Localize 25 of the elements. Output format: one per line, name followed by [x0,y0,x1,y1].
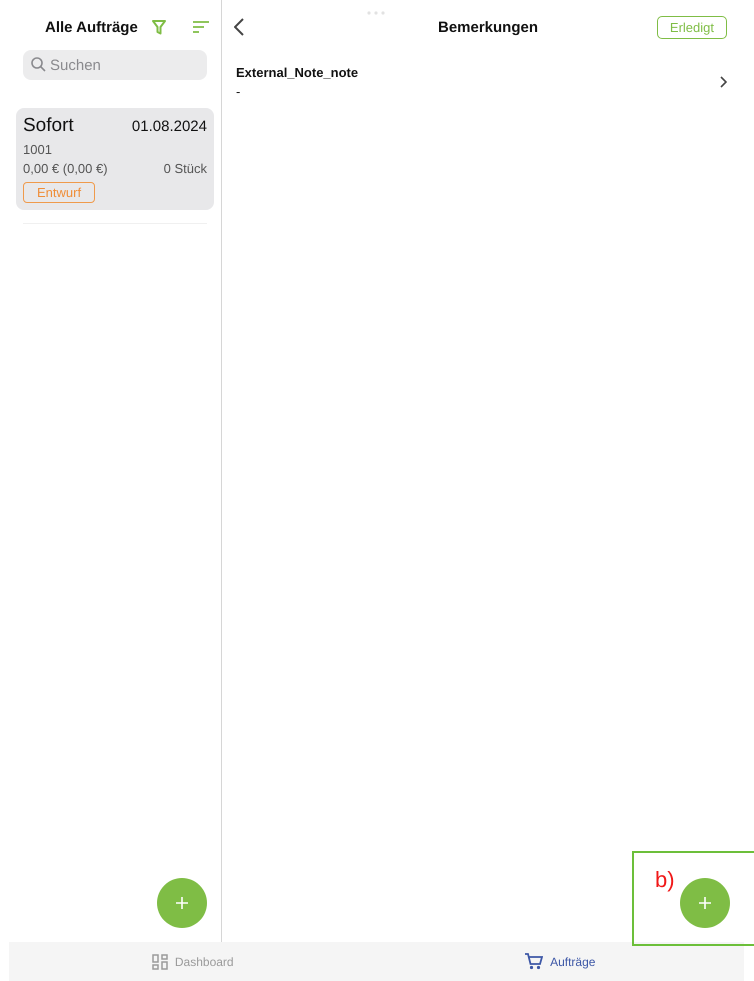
note-value: - [236,84,242,99]
order-date: 01.08.2024 [132,118,207,135]
order-number: 1001 [23,142,53,157]
search-icon [31,57,46,72]
page-title: Bemerkungen [438,18,538,36]
add-button[interactable] [680,878,730,928]
note-label: External_Note_note [236,65,360,80]
tab[interactable]: Aufträge [521,949,600,974]
annotation-label: b) [655,867,675,893]
back-icon[interactable] [234,18,244,36]
status-badge: Entwurf [23,182,96,203]
add-button[interactable] [157,878,207,928]
panel-title: Alle Aufträge [45,18,138,36]
order-card[interactable]: Sofort 01.08.2024 1001 0,00 € (0,00 €) 0 Stück Entwurf [16,108,214,210]
plus-icon [175,896,189,910]
dashboard-icon [152,954,168,970]
sort-icon[interactable] [193,21,209,33]
search-field[interactable]: Suchen [23,50,207,80]
cart-icon [525,953,544,970]
order-name: Sofort [23,115,74,137]
chevron-right-icon[interactable] [720,76,727,88]
plus-icon [698,896,712,910]
filter-icon[interactable] [152,20,166,34]
order-quantity: 0 Stück [164,161,207,176]
order-amount: 0,00 € (0,00 €) [23,161,108,176]
